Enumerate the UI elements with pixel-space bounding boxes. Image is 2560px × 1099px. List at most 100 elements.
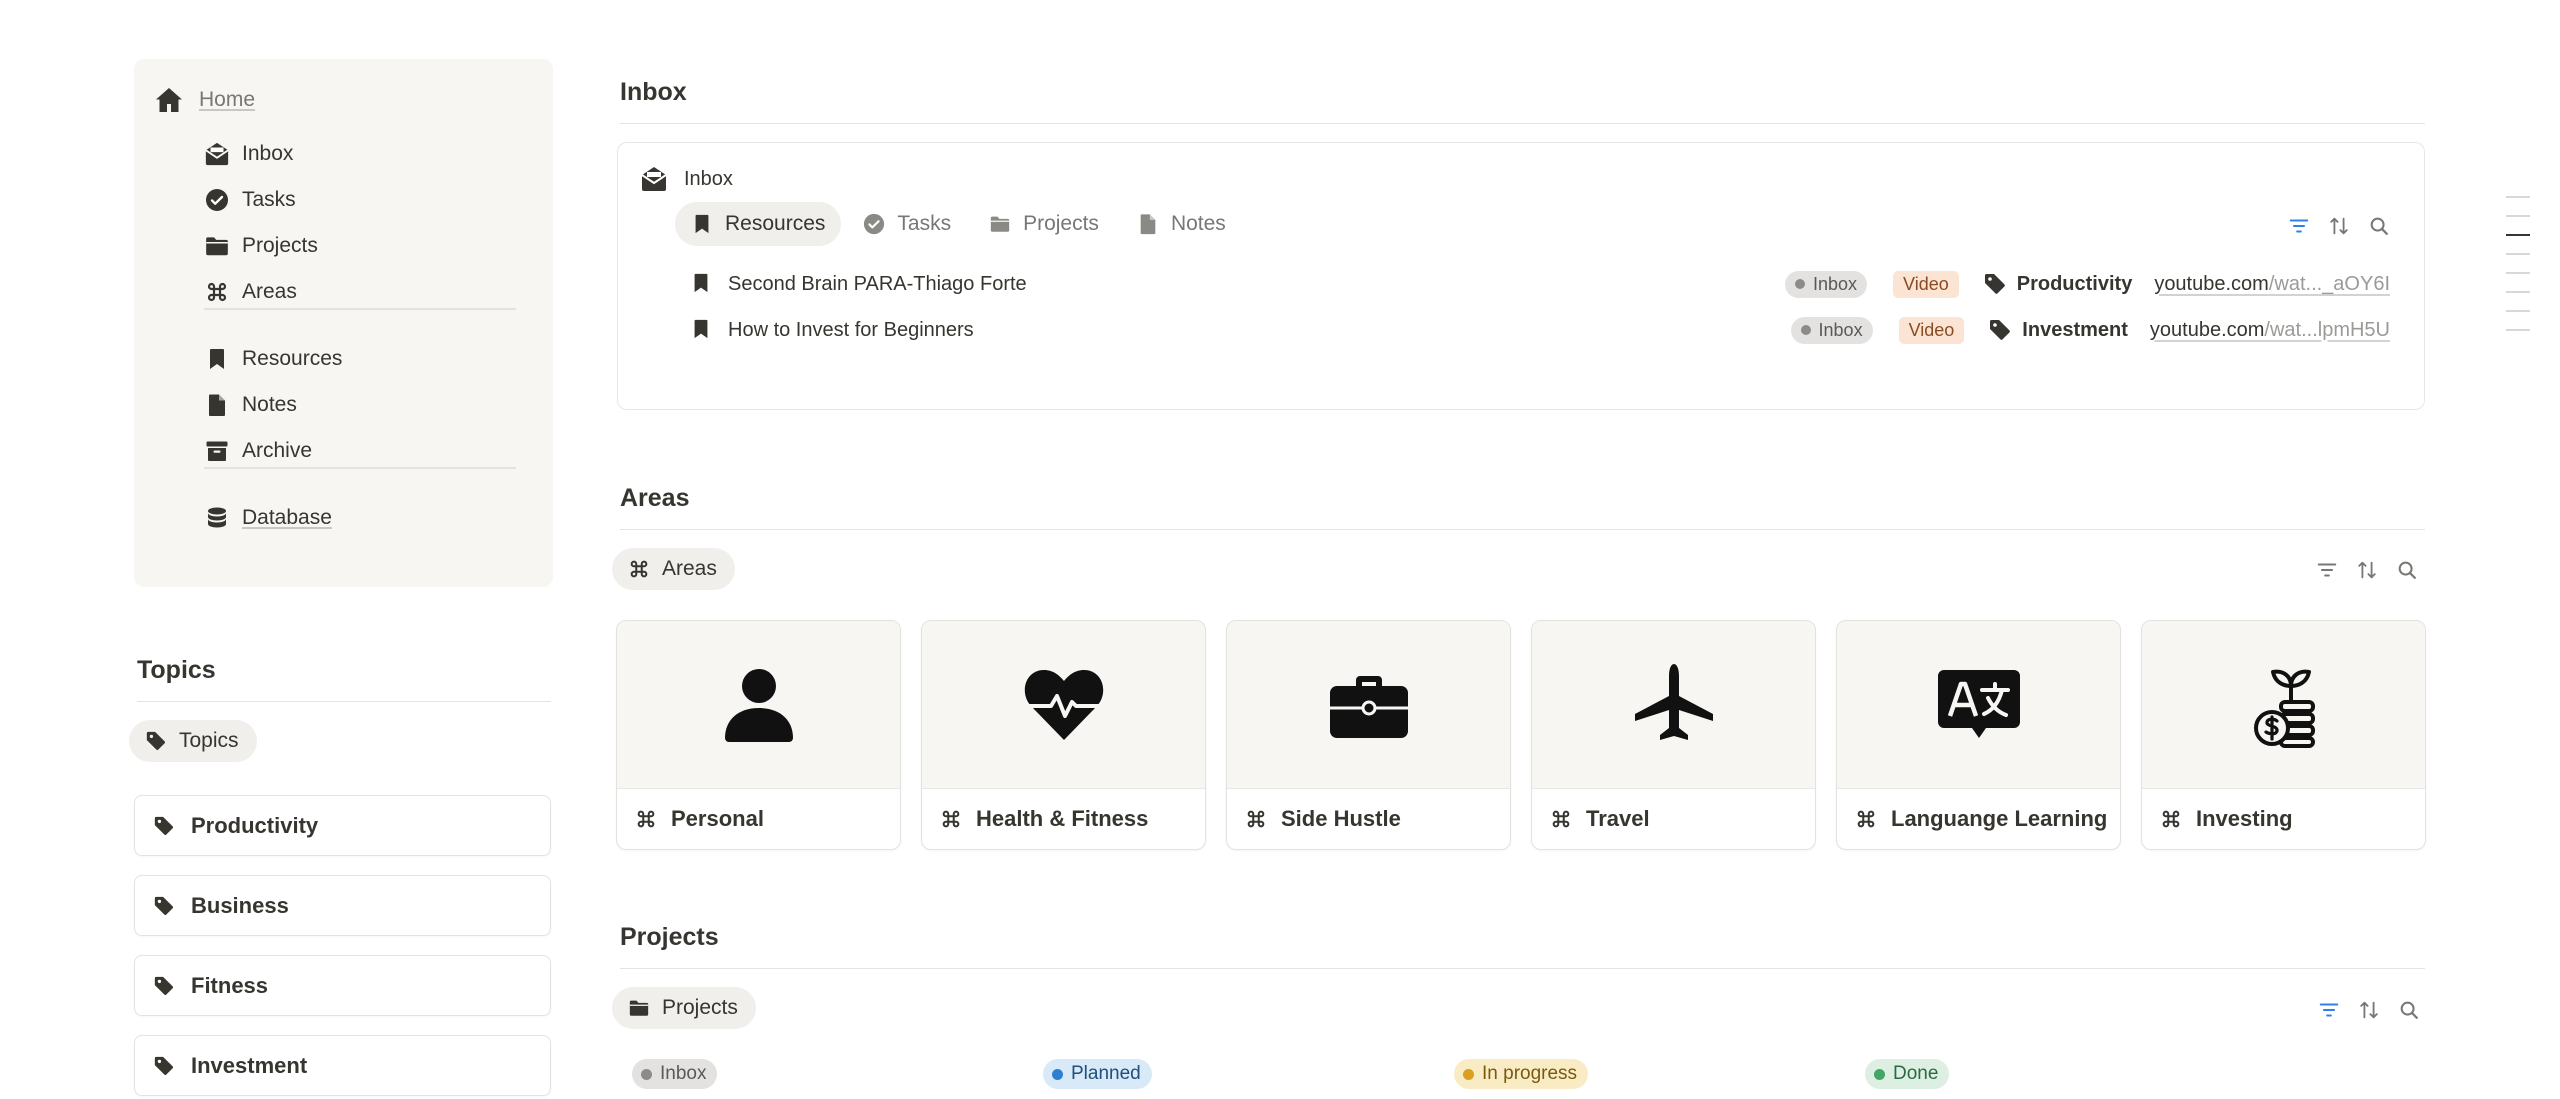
command-icon	[2160, 808, 2182, 830]
topic-card-business[interactable]: Business	[134, 875, 551, 936]
sidebar-item-tasks[interactable]: Tasks	[204, 183, 296, 217]
status-dot	[1874, 1068, 1885, 1080]
tab-notes[interactable]: Notes	[1121, 202, 1242, 246]
status-label: Planned	[1071, 1063, 1141, 1084]
bookmark-icon	[204, 346, 230, 372]
sort-icon[interactable]	[2356, 997, 2382, 1023]
sidebar-item-label: Projects	[242, 234, 318, 257]
tag-icon	[145, 730, 167, 752]
bookmark-icon	[690, 272, 714, 296]
projects-view-tab[interactable]: Projects	[612, 987, 756, 1029]
areas-view-tab[interactable]: Areas	[612, 548, 735, 590]
filter-icon[interactable]	[2316, 997, 2342, 1023]
inbox-heading: Inbox	[620, 78, 687, 106]
outline-line[interactable]	[2506, 291, 2530, 293]
search-icon[interactable]	[2396, 997, 2422, 1023]
outline-line[interactable]	[2506, 310, 2530, 312]
bookmark-icon	[690, 318, 714, 342]
area-card-language-learning[interactable]: Languange Learning	[1836, 620, 2121, 850]
outline-line-active[interactable]	[2506, 234, 2530, 236]
area-card-health-fitness[interactable]: Health & Fitness	[921, 620, 1206, 850]
sidebar-item-archive[interactable]: Archive	[204, 434, 312, 468]
nav-divider	[204, 467, 516, 469]
sidebar-item-projects[interactable]: Projects	[204, 229, 318, 263]
resource-title[interactable]: How to Invest for Beginners	[728, 319, 974, 342]
outline-line[interactable]	[2506, 253, 2530, 255]
resource-topic[interactable]: Productivity	[2017, 273, 2133, 296]
bookmark-icon	[691, 213, 713, 235]
tab-resources[interactable]: Resources	[675, 202, 842, 246]
inbox-block-label: Inbox	[684, 167, 733, 190]
filter-icon[interactable]	[2286, 213, 2312, 239]
resource-url[interactable]: youtube.com/wat...lpmH5U	[2150, 319, 2390, 342]
resource-title[interactable]: Second Brain PARA-Thiago Forte	[728, 273, 1027, 296]
inbox-icon	[204, 141, 230, 167]
status-label: Inbox	[1818, 319, 1863, 340]
command-icon	[635, 808, 657, 830]
resource-topic[interactable]: Investment	[2022, 319, 2128, 342]
area-card-personal[interactable]: Personal	[616, 620, 901, 850]
check-circle-icon	[863, 213, 885, 235]
heart-pulse-icon	[1021, 662, 1107, 748]
command-icon	[1855, 808, 1877, 830]
search-icon[interactable]	[2394, 557, 2420, 583]
page-outline-minimap[interactable]	[2506, 196, 2534, 348]
sidebar-item-label: Resources	[242, 347, 343, 370]
outline-line[interactable]	[2506, 329, 2530, 331]
topics-heading: Topics	[137, 656, 216, 684]
url-domain: youtube.com	[2149, 318, 2265, 341]
board-column-inbox: Inbox	[632, 1059, 718, 1089]
inbox-block-header[interactable]: Inbox	[640, 165, 733, 193]
url-rest: /wat..._aOY6I	[2268, 272, 2390, 295]
tab-projects[interactable]: Projects	[973, 202, 1115, 246]
area-label: Languange Learning	[1891, 806, 2108, 831]
areas-view-label: Areas	[662, 557, 717, 580]
topic-card-label: Business	[191, 892, 289, 918]
topics-view-tab[interactable]: Topics	[129, 720, 257, 762]
area-card-investing[interactable]: Investing	[2141, 620, 2426, 850]
folder-icon	[989, 213, 1011, 235]
inbox-divider	[620, 123, 2425, 124]
table-row[interactable]: Second Brain PARA-Thiago Forte Inbox Vid…	[690, 264, 2390, 304]
topic-card-productivity[interactable]: Productivity	[134, 795, 551, 856]
sidebar-item-notes[interactable]: Notes	[204, 388, 297, 422]
sidebar-item-resources[interactable]: Resources	[204, 342, 342, 376]
sort-icon[interactable]	[2354, 557, 2380, 583]
plant-coins-icon	[2241, 662, 2327, 748]
topic-card-investment[interactable]: Investment	[134, 1035, 551, 1096]
airplane-icon	[1631, 662, 1717, 748]
folder-icon	[628, 997, 650, 1019]
inbox-tabs: Resources Tasks Projects Notes	[675, 202, 1248, 246]
area-card-travel[interactable]: Travel	[1531, 620, 1816, 850]
search-icon[interactable]	[2366, 213, 2392, 239]
projects-toolbar	[2302, 997, 2422, 1023]
person-icon	[716, 662, 802, 748]
topic-card-fitness[interactable]: Fitness	[134, 955, 551, 1016]
areas-divider	[620, 529, 2425, 530]
outline-line[interactable]	[2506, 272, 2530, 274]
area-card-side-hustle[interactable]: Side Hustle	[1226, 620, 1511, 850]
sidebar-item-label: Archive	[242, 439, 313, 462]
status-badge: Inbox	[1790, 316, 1873, 344]
outline-line[interactable]	[2506, 196, 2530, 198]
nav-home-label[interactable]: Home	[199, 88, 255, 112]
resource-meta: Inbox Video Investment youtube.com/wat..…	[1790, 310, 2390, 350]
status-dot	[1463, 1068, 1474, 1080]
area-cover	[617, 621, 900, 789]
sidebar-item-database[interactable]: Database	[204, 501, 332, 535]
sidebar-item-inbox[interactable]: Inbox	[204, 137, 293, 171]
area-label: Personal	[671, 806, 764, 831]
sidebar-item-areas[interactable]: Areas	[204, 275, 297, 309]
area-cover	[922, 621, 1205, 789]
tag-icon	[153, 895, 175, 917]
inbox-icon	[640, 165, 668, 193]
nav-home[interactable]: Home	[154, 85, 255, 115]
area-label: Investing	[2196, 806, 2293, 831]
tab-tasks[interactable]: Tasks	[847, 202, 967, 246]
outline-line[interactable]	[2506, 215, 2530, 217]
sort-icon[interactable]	[2326, 213, 2352, 239]
status-label: Inbox	[1812, 273, 1858, 294]
filter-icon[interactable]	[2314, 557, 2340, 583]
table-row[interactable]: How to Invest for Beginners Inbox Video …	[690, 310, 2390, 350]
resource-url[interactable]: youtube.com/wat..._aOY6I	[2154, 273, 2390, 296]
